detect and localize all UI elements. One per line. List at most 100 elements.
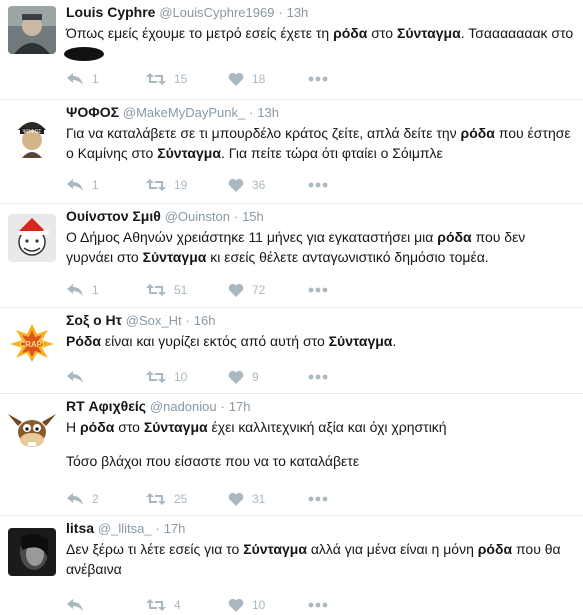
more-button[interactable] [308,70,328,88]
like-button[interactable]: 10 [228,596,265,614]
text-segment: Όπως εμείς έχουμε το μετρό εσείς έχετε τ… [66,25,334,41]
more-dots-icon [308,287,328,293]
more-dots-icon [308,182,328,188]
like-count: 9 [252,370,259,384]
retweet-icon [146,493,166,505]
text-segment: . Τσααααααακ στο [460,25,574,41]
tweet[interactable]: ΨΟΦΟΣ ΨΟΦΟΣ @MakeMyDayPunk_ · 13h Για να… [0,100,583,204]
tweet-text: Ρόδα είναι και γυρίζει εκτός από αυτή στ… [66,331,575,351]
user-handle[interactable]: @LouisCyphre1969 [159,5,274,20]
user-handle[interactable]: @MakeMyDayPunk_ [123,105,245,120]
reply-count: 1 [92,283,99,297]
tweet[interactable]: RT Αφιχθείς @nadoniou · 17h Η ρόδα στο Σ… [0,394,583,516]
text-segment: στο [367,25,397,41]
redaction-scribble [64,46,110,62]
retweet-button[interactable]: 25 [146,490,187,508]
timestamp[interactable]: 17h [229,399,251,414]
heart-icon [228,598,244,612]
text-segment-bold: Σύνταγμα [157,145,221,161]
like-count: 18 [252,72,266,86]
more-button[interactable] [308,281,328,299]
tweet[interactable]: litsa @_llitsa_ · 17h Δεν ξέρω τι λέτε ε… [0,516,583,615]
display-name[interactable]: RT Αφιχθείς [66,398,146,414]
avatar[interactable] [8,406,56,454]
retweet-icon [146,599,166,611]
display-name[interactable]: litsa [66,520,94,536]
user-handle[interactable]: @Sox_Ht [126,313,182,328]
like-button[interactable]: 31 [228,490,265,508]
timestamp[interactable]: 15h [242,209,264,224]
retweet-button[interactable]: 19 [146,176,187,194]
tweet-text: Η ρόδα στο Σύνταγμα έχει καλλιτεχνική αξ… [66,417,575,437]
more-dots-icon [308,496,328,502]
timestamp[interactable]: 17h [164,521,186,536]
display-name[interactable]: ΨΟΦΟΣ [66,104,119,120]
like-count: 36 [252,178,266,192]
retweet-count: 10 [174,370,188,384]
tweet[interactable]: Louis Cyphre @LouisCyphre1969 · 13h Όπως… [0,0,583,100]
user-handle[interactable]: @_llitsa_ [98,521,152,536]
reply-button[interactable]: 2 [66,490,99,508]
separator-dot: · [278,5,283,20]
display-name[interactable]: Ουίνστον Σμιθ [66,208,161,224]
heart-icon [228,72,244,86]
text-segment-bold: Σύνταγμα [243,541,307,557]
retweet-count: 51 [174,283,188,297]
tweet[interactable]: Ουίνστον Σμιθ @Ouinston · 15h Ο Δήμος Αθ… [0,204,583,308]
reply-button[interactable]: 1 [66,176,99,194]
more-dots-icon [308,76,328,82]
user-handle[interactable]: @Ouinston [165,209,230,224]
tweet[interactable]: CRAP! Σοξ ο Ητ @Sox_Ht · 16h Ρόδα είναι … [0,308,583,394]
reply-button[interactable]: 1 [66,281,99,299]
reply-icon [67,371,83,383]
heart-icon [228,178,244,192]
retweet-count: 15 [174,72,188,86]
more-dots-icon [308,374,328,380]
text-segment-bold: ρόδα [333,25,368,41]
reply-button[interactable] [66,368,92,386]
avatar[interactable] [8,528,56,576]
like-count: 31 [252,492,266,506]
timestamp[interactable]: 13h [287,5,309,20]
like-button[interactable]: 18 [228,70,265,88]
avatar[interactable]: ΨΟΦΟΣ [8,110,56,158]
avatar[interactable]: CRAP! [8,318,56,366]
retweet-count: 4 [174,598,181,612]
text-segment: Για να καταλάβετε σε τι μπουρδέλο κράτος… [66,125,461,141]
timestamp[interactable]: 16h [194,313,216,328]
like-button[interactable]: 9 [228,368,259,386]
retweet-button[interactable]: 4 [146,596,181,614]
avatar[interactable] [8,6,56,54]
user-handle[interactable]: @nadoniou [150,399,217,414]
tweet-text: Ο Δήμος Αθηνών χρειάστηκε 11 μήνες για ε… [66,227,575,267]
more-button[interactable] [308,368,328,386]
avatar-caption: ΨΟΦΟΣ [22,129,41,135]
text-segment: . Για πείτε τώρα ότι φταίει ο Σόιμπλε [220,145,443,161]
text-segment: κι εσείς θέλετε ανταγωνιστικό δημόσιο το… [206,249,489,265]
text-segment: . [392,333,397,349]
text-segment-bold: ρόδα [437,229,472,245]
avatar[interactable] [8,214,56,262]
retweet-button[interactable]: 10 [146,368,187,386]
more-dots-icon [308,602,328,608]
text-segment-bold: Ρόδα [66,333,101,349]
retweet-button[interactable]: 15 [146,70,187,88]
retweet-icon [146,179,166,191]
tweet-text: Όπως εμείς έχουμε το μετρό εσείς έχετε τ… [64,23,575,63]
separator-dot: · [185,313,190,328]
like-button[interactable]: 36 [228,176,265,194]
reply-button[interactable]: 1 [66,70,99,88]
display-name[interactable]: Σοξ ο Ητ [66,312,122,328]
timestamp[interactable]: 13h [257,105,279,120]
more-button[interactable] [308,490,328,508]
like-button[interactable]: 72 [228,281,265,299]
more-button[interactable] [308,176,328,194]
display-name[interactable]: Louis Cyphre [66,4,155,20]
text-segment-bold: Σύνταγμα [328,333,393,349]
retweet-count: 19 [174,178,188,192]
text-segment-bold: ρόδα [80,419,115,435]
tweet-text: Για να καταλάβετε σε τι μπουρδέλο κράτος… [66,123,575,163]
more-button[interactable] [308,596,328,614]
reply-button[interactable] [66,596,92,614]
retweet-button[interactable]: 51 [146,281,187,299]
